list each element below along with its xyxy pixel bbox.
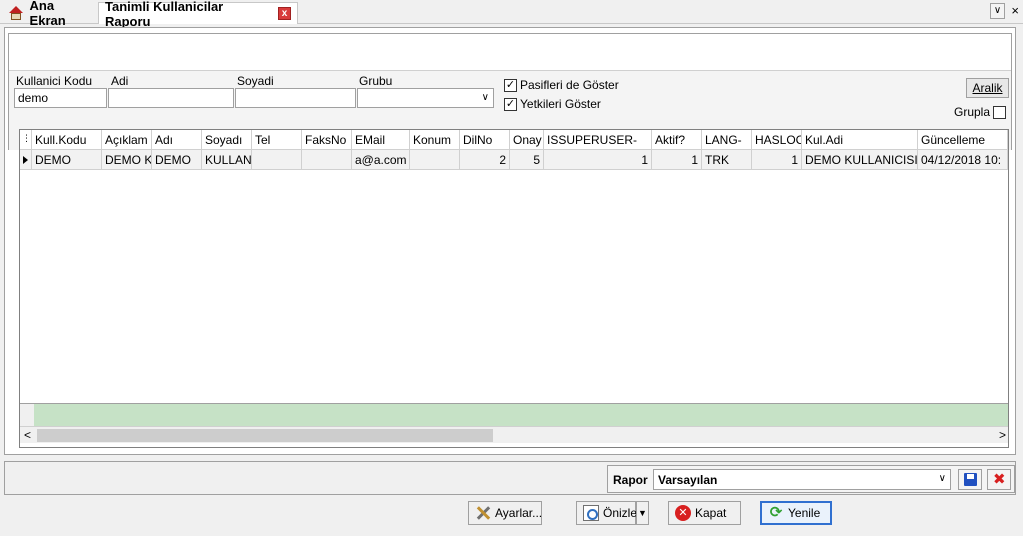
table-cell[interactable]: 2 xyxy=(460,150,510,170)
chevron-down-icon[interactable]: ∨ xyxy=(990,3,1005,19)
grupla-checkbox[interactable]: Grupla xyxy=(954,105,1007,119)
label-kullanici-kodu: Kullanici Kodu xyxy=(16,74,93,88)
scroll-left-icon[interactable]: < xyxy=(24,428,31,442)
kullanici-kodu-input[interactable] xyxy=(14,88,107,108)
kapat-label: Kapat xyxy=(695,506,727,520)
tab-close-icon[interactable]: x xyxy=(278,7,291,20)
column-header[interactable]: Kull.Kodu xyxy=(32,130,102,150)
main-panel: Kullanici Kodu Adi Soyadi Grubu ∨ ✓ Pasi… xyxy=(4,27,1016,455)
tab-report[interactable]: Tanimli Kullanicilar Raporu x xyxy=(98,0,298,29)
grid-menu-icon[interactable]: ⋮≡ xyxy=(22,134,31,143)
onizle-button[interactable]: Önizle xyxy=(576,501,638,525)
aralik-button[interactable]: Aralik xyxy=(966,78,1009,98)
onizle-dropdown-button[interactable]: ▼ xyxy=(636,501,649,525)
refresh-icon: ⟳ xyxy=(769,504,783,521)
column-header[interactable]: Güncelleme xyxy=(918,130,1008,150)
adi-input[interactable] xyxy=(108,88,234,108)
table-cell[interactable]: 1 xyxy=(544,150,652,170)
column-header[interactable]: FaksNo xyxy=(302,130,352,150)
checkbox-icon xyxy=(993,105,1007,119)
column-header[interactable]: LANG- xyxy=(702,130,752,150)
table-cell[interactable]: 5 xyxy=(510,150,544,170)
column-header[interactable]: Açıklam xyxy=(102,130,152,150)
checkbox-check-icon: ✓ xyxy=(504,97,517,111)
ayarlar-button[interactable]: Ayarlar... xyxy=(468,501,542,525)
table-cell[interactable]: 04/12/2018 10: xyxy=(918,150,1008,170)
table-cell[interactable]: a@a.com xyxy=(352,150,410,170)
table-cell[interactable]: TRK xyxy=(702,150,752,170)
grid-footer-band xyxy=(20,403,1008,427)
yetkileri-checkbox[interactable]: ✓ Yetkileri Göster xyxy=(504,97,601,111)
close-icon: ✕ xyxy=(675,505,691,521)
pasifleri-checkbox[interactable]: ✓ Pasifleri de Göster xyxy=(504,78,619,92)
row-indicator xyxy=(20,150,32,170)
column-header[interactable]: Kul.Adi xyxy=(802,130,918,150)
soyadi-input[interactable] xyxy=(235,88,356,108)
save-report-button[interactable] xyxy=(958,469,982,490)
checkbox-check-icon: ✓ xyxy=(504,78,517,92)
column-header[interactable]: DilNo xyxy=(460,130,510,150)
grid-header: ⋮≡ Kull.KoduAçıklamAdıSoyadıTelFaksNoEMa… xyxy=(20,130,1008,150)
users-grid[interactable]: ⋮≡ Kull.KoduAçıklamAdıSoyadıTelFaksNoEMa… xyxy=(19,129,1009,448)
tab-bar: Ana Ekran Tanimli Kullanicilar Raporu x … xyxy=(0,0,1023,29)
column-header[interactable]: Onay xyxy=(510,130,544,150)
rapor-selected-value: Varsayılan xyxy=(658,473,718,487)
aralik-label: Aralik xyxy=(972,81,1003,95)
tab-home-label: Ana Ekran xyxy=(29,0,66,28)
table-cell[interactable]: KULLAN xyxy=(202,150,252,170)
table-cell[interactable]: DEMO KULLANICISI xyxy=(802,150,918,170)
column-header[interactable]: Adı xyxy=(152,130,202,150)
chevron-down-icon: ▼ xyxy=(638,508,647,518)
table-cell[interactable]: 1 xyxy=(652,150,702,170)
column-header[interactable]: HASLOC xyxy=(752,130,802,150)
scrollbar-thumb[interactable] xyxy=(37,429,493,442)
report-bar: Rapor Varsayılan ∨ ✖ xyxy=(4,461,1016,495)
row-pointer-icon xyxy=(23,156,28,164)
report-selector-group: Rapor Varsayılan ∨ ✖ xyxy=(607,465,1015,493)
grupla-label: Grupla xyxy=(954,105,991,119)
pasifleri-label: Pasifleri de Göster xyxy=(520,78,619,92)
yetkileri-label: Yetkileri Göster xyxy=(520,97,601,111)
yenile-button[interactable]: ⟳ Yenile xyxy=(760,501,832,525)
table-cell[interactable] xyxy=(410,150,460,170)
label-adi: Adi xyxy=(111,74,129,88)
row-indicator-header: ⋮≡ xyxy=(20,130,32,150)
label-soyadi: Soyadi xyxy=(237,74,274,88)
delete-icon: ✖ xyxy=(993,471,1006,488)
tab-home[interactable]: Ana Ekran xyxy=(2,0,98,28)
rapor-label: Rapor xyxy=(613,473,648,487)
table-cell[interactable]: 1 xyxy=(752,150,802,170)
chevron-down-icon: ∨ xyxy=(481,92,489,103)
kapat-button[interactable]: ✕ Kapat xyxy=(668,501,741,525)
column-header[interactable]: Konum xyxy=(410,130,460,150)
delete-report-button[interactable]: ✖ xyxy=(987,469,1011,490)
column-header[interactable]: ISSUPERUSER- xyxy=(544,130,652,150)
column-header[interactable]: Aktif? xyxy=(652,130,702,150)
scroll-right-icon[interactable]: > xyxy=(999,428,1006,442)
table-row[interactable]: DEMO DEMO K DEMO KULLAN a@a.com 2 5 1 1 TRK 1 DEMO … xyxy=(20,150,1008,170)
tools-icon xyxy=(475,505,491,521)
ayarlar-label: Ayarlar... xyxy=(495,506,543,520)
home-icon xyxy=(8,6,24,20)
column-header[interactable]: EMail xyxy=(352,130,410,150)
rapor-select[interactable]: Varsayılan ∨ xyxy=(653,469,951,490)
save-icon xyxy=(964,473,977,486)
label-grubu: Grubu xyxy=(359,74,393,88)
table-cell[interactable]: DEMO xyxy=(32,150,102,170)
horizontal-scrollbar[interactable]: < > xyxy=(20,426,1008,443)
chevron-down-icon: ∨ xyxy=(938,473,946,484)
yenile-label: Yenile xyxy=(788,506,821,520)
table-cell[interactable] xyxy=(302,150,352,170)
column-header[interactable]: Tel xyxy=(252,130,302,150)
table-cell[interactable]: DEMO K xyxy=(102,150,152,170)
table-cell[interactable]: DEMO xyxy=(152,150,202,170)
window-close-icon[interactable]: × xyxy=(1011,3,1019,19)
column-header[interactable]: Soyadı xyxy=(202,130,252,150)
onizle-label: Önizle xyxy=(603,506,638,520)
tab-report-label: Tanimli Kullanicilar Raporu xyxy=(105,0,224,29)
grubu-select[interactable]: ∨ xyxy=(357,88,494,108)
preview-icon xyxy=(583,505,599,521)
table-cell[interactable] xyxy=(252,150,302,170)
